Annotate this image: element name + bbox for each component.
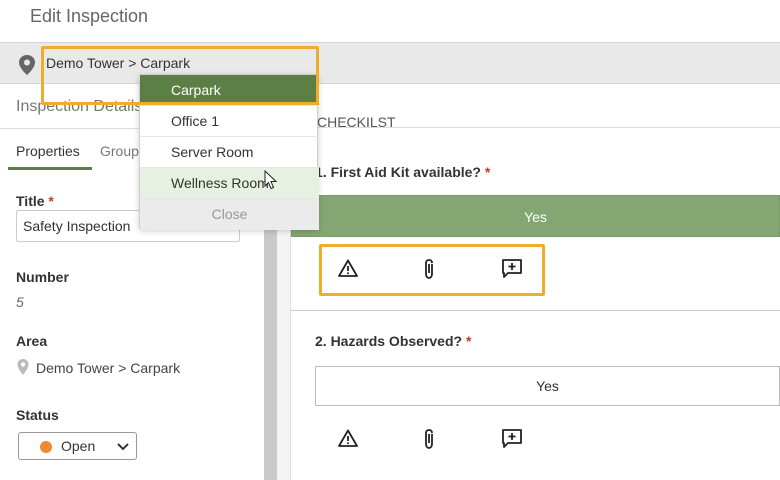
active-tab-indicator <box>8 167 92 170</box>
number-label: Number <box>16 269 69 285</box>
area-value: Demo Tower > Carpark <box>36 360 181 376</box>
question-divider <box>291 310 780 311</box>
required-marker: * <box>48 193 54 209</box>
chevron-down-icon <box>116 439 130 458</box>
question-1-text: 1. First Aid Kit available? <box>315 164 481 180</box>
question-2-label: 2. Hazards Observed? * <box>315 333 471 349</box>
location-dropdown: Carpark Office 1 Server Room Wellness Ro… <box>139 74 319 230</box>
checklist-title: CHECKILST <box>317 114 396 130</box>
area-pin-icon <box>16 358 30 381</box>
paperclip-icon[interactable] <box>422 428 436 455</box>
warning-icon[interactable] <box>338 429 358 452</box>
status-value: Open <box>61 438 96 454</box>
add-comment-icon[interactable] <box>501 258 523 285</box>
add-comment-icon[interactable] <box>501 428 523 455</box>
checklist-panel: CHECKILST 1. First Aid Kit available? * … <box>291 84 780 480</box>
location-bar[interactable]: Demo Tower > Carpark <box>0 42 780 84</box>
status-dot <box>40 441 52 453</box>
tab-properties[interactable]: Properties <box>16 143 80 159</box>
dropdown-item-server-room[interactable]: Server Room <box>140 137 319 168</box>
dropdown-item-wellness-room[interactable]: Wellness Room <box>140 168 319 199</box>
status-select[interactable]: Open <box>18 432 137 460</box>
edit-inspection-page: Edit Inspection Demo Tower > Carpark Ins… <box>0 0 780 480</box>
section-title: Inspection Details <box>16 98 143 115</box>
dropdown-item-office-1[interactable]: Office 1 <box>140 106 319 137</box>
page-title: Edit Inspection <box>30 6 149 26</box>
paperclip-icon[interactable] <box>422 258 436 285</box>
question-1-yes-button[interactable]: Yes <box>291 195 780 237</box>
checklist-header: CHECKILST <box>291 84 780 130</box>
question-2-yes-button[interactable]: Yes <box>315 366 780 406</box>
mouse-cursor-icon <box>264 169 278 195</box>
location-pin-icon <box>17 54 37 81</box>
required-marker: * <box>484 164 491 180</box>
title-label: Title * <box>16 193 54 209</box>
status-label: Status <box>16 407 59 423</box>
required-marker: * <box>465 333 472 349</box>
area-label: Area <box>16 333 48 349</box>
number-value: 5 <box>16 294 24 310</box>
dropdown-item-carpark[interactable]: Carpark <box>140 75 319 106</box>
warning-icon[interactable] <box>338 259 358 282</box>
question-1-label: 1. First Aid Kit available? * <box>315 164 490 180</box>
location-path[interactable]: Demo Tower > Carpark <box>46 55 190 71</box>
question-2-text: 2. Hazards Observed? <box>315 333 463 349</box>
title-bar: Edit Inspection <box>0 0 780 42</box>
title-label-text: Title <box>16 193 45 209</box>
dropdown-close-button[interactable]: Close <box>140 199 319 230</box>
